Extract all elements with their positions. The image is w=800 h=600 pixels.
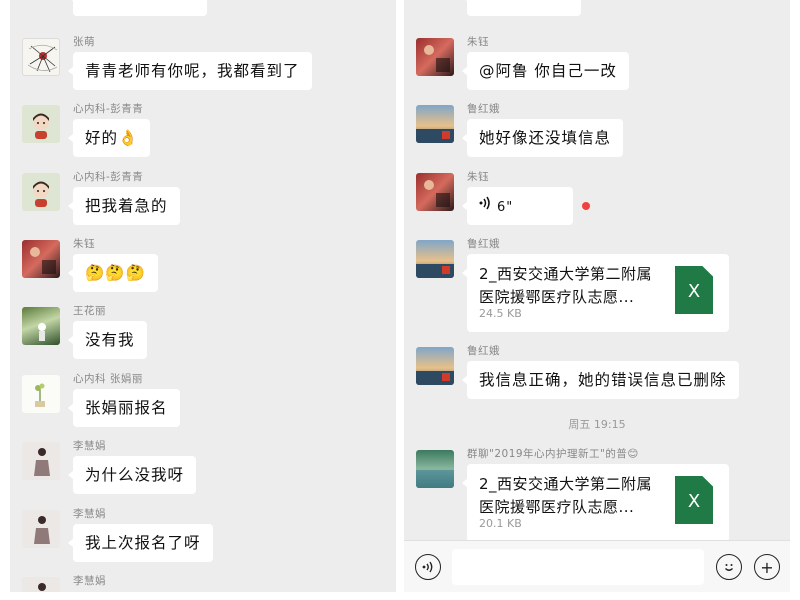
add-icon: +: [760, 557, 774, 577]
partial-message-bubble[interactable]: [462, 0, 581, 16]
file-size: 20.1 KB: [479, 517, 522, 530]
sender-name: 鲁红娥: [467, 345, 500, 357]
photo-icon: [416, 371, 454, 385]
sender-name: 王花丽: [73, 305, 106, 317]
photo-icon: [34, 516, 50, 544]
voice-input-button[interactable]: [415, 554, 441, 580]
voice-message-bubble[interactable]: 6": [462, 187, 573, 226]
photo-icon: [416, 129, 454, 143]
photo-icon: [416, 264, 454, 278]
message-bubble[interactable]: @阿鲁 你自己一改: [462, 52, 629, 90]
message-bubble[interactable]: 我上次报名了呀: [68, 524, 213, 562]
spider-icon: [27, 44, 58, 73]
excel-file-icon: X: [675, 476, 713, 524]
photo-icon: [30, 247, 56, 274]
sender-name: 朱钰: [467, 171, 489, 183]
emoji-icon: [725, 564, 733, 571]
photo-icon: [424, 180, 450, 207]
cartoon-girl-icon: [33, 113, 49, 139]
sender-name: 张萌: [73, 36, 95, 48]
file-size: 24.5 KB: [479, 307, 522, 320]
sender-name: 群聊"2019年心内护理新工"的普😊: [467, 448, 639, 460]
file-message-bubble[interactable]: 2_西安交通大学第二附属医院援鄂医疗队志愿... 20.1 KB X: [462, 464, 729, 542]
file-message-bubble[interactable]: 2_西安交通大学第二附属医院援鄂医疗队志愿... 24.5 KB X: [462, 254, 729, 332]
plant-icon: [35, 383, 45, 407]
excel-file-icon: X: [675, 266, 713, 314]
sender-name: 李慧娟: [73, 440, 106, 452]
avatar[interactable]: [22, 173, 60, 211]
avatar[interactable]: [22, 38, 60, 76]
avatar[interactable]: [22, 577, 60, 592]
message-bubble[interactable]: 我信息正确，她的错误信息已删除: [462, 361, 739, 399]
message-bubble[interactable]: 没有我: [68, 321, 147, 359]
avatar[interactable]: [416, 105, 454, 143]
avatar[interactable]: [416, 38, 454, 76]
chat-panel-right: 朱钰 @阿鲁 你自己一改 鲁红娥 她好像还没填信息 朱钰 6" 鲁红娥 2_西安…: [404, 0, 790, 592]
message-bubble[interactable]: 把我着急的: [68, 187, 180, 225]
voice-wave-icon: [479, 188, 491, 226]
emoji-button[interactable]: [716, 554, 742, 580]
avatar[interactable]: [22, 307, 60, 345]
message-bubble[interactable]: 张娟丽报名: [68, 389, 180, 427]
avatar[interactable]: [416, 173, 454, 211]
chat-panel-left: 张萌 青青老师有你呢，我都看到了 心内科-彭青青 好的👌 心内科-彭青青 把我着…: [10, 0, 396, 592]
message-bubble[interactable]: 青青老师有你呢，我都看到了: [68, 52, 312, 90]
avatar[interactable]: [416, 450, 454, 488]
avatar[interactable]: [22, 240, 60, 278]
avatar[interactable]: [22, 442, 60, 480]
file-name: 2_西安交通大学第二附属医院援鄂医疗队志愿...: [479, 265, 653, 306]
add-button[interactable]: +: [754, 554, 780, 580]
photo-icon: [424, 45, 450, 72]
sender-name: 朱钰: [73, 238, 95, 250]
excel-letter: X: [687, 491, 701, 512]
timestamp: 周五 19:15: [568, 418, 626, 431]
sender-name: 心内科-彭青青: [73, 171, 144, 183]
avatar[interactable]: [22, 510, 60, 548]
cartoon-girl-icon: [33, 181, 49, 207]
avatar[interactable]: [416, 347, 454, 385]
photo-icon: [38, 323, 46, 341]
message-bubble[interactable]: 她好像还没填信息: [461, 119, 624, 157]
message-bubble[interactable]: 为什么没我呀: [67, 456, 197, 494]
file-name: 2_西安交通大学第二附属医院援鄂医疗队志愿...: [479, 475, 653, 516]
avatar[interactable]: [416, 240, 454, 278]
avatar[interactable]: [22, 105, 60, 143]
sender-name: 鲁红娥: [467, 103, 500, 115]
voice-icon: [422, 561, 433, 573]
unread-dot: [582, 202, 590, 210]
photo-icon: [38, 583, 46, 591]
message-bubble[interactable]: 🤔🤔🤔: [68, 254, 158, 292]
sender-name: 心内科 张娟丽: [73, 373, 143, 385]
message-input[interactable]: [452, 549, 704, 585]
avatar[interactable]: [22, 375, 60, 413]
photo-icon: [34, 448, 50, 476]
excel-letter: X: [687, 281, 701, 302]
sender-name: 朱钰: [467, 36, 489, 48]
sender-name: 李慧娟: [73, 575, 106, 587]
voice-duration: 6": [497, 200, 514, 215]
sender-name: 心内科-彭青青: [73, 103, 144, 115]
sender-name: 李慧娟: [73, 508, 106, 520]
input-bar: +: [404, 540, 790, 592]
partial-message-bubble[interactable]: [68, 0, 207, 16]
photo-icon: [416, 470, 454, 488]
message-bubble[interactable]: 好的👌: [67, 119, 151, 157]
sender-name: 鲁红娥: [467, 238, 500, 250]
